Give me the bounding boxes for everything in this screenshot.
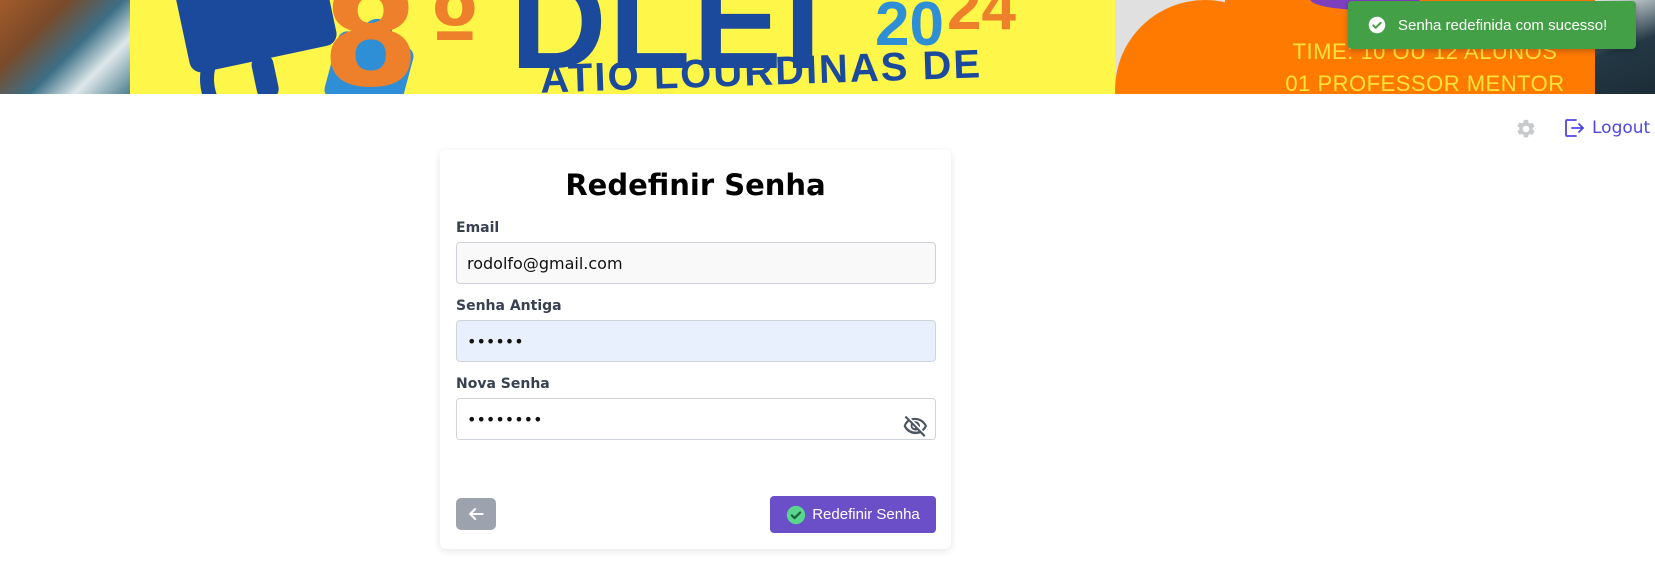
email-label: Email (456, 220, 500, 236)
arrow-left-icon (469, 508, 484, 520)
banner-photo-left (0, 0, 130, 94)
old-password-label: Senha Antiga (456, 298, 562, 314)
banner-event-ordinal: º (430, 0, 480, 77)
banner-info-line: 01 PROFESSOR MENTOR (1285, 71, 1565, 94)
logout-button[interactable]: Logout (1562, 116, 1650, 140)
reset-password-card: Redefinir Senha Email Senha Antiga Nova … (440, 150, 951, 549)
check-circle-icon (787, 505, 806, 524)
gear-icon[interactable] (1515, 118, 1537, 140)
logout-icon (1565, 119, 1584, 137)
new-password-field[interactable] (456, 398, 936, 440)
new-password-label: Nova Senha (456, 376, 550, 392)
toast-message: Senha redefinida com sucesso! (1398, 16, 1608, 34)
eye-off-icon[interactable] (902, 413, 928, 439)
email-field[interactable] (456, 242, 936, 284)
reset-password-button[interactable]: Redefinir Senha (770, 496, 936, 533)
banner-event-number: 8 (322, 0, 420, 94)
banner-year-second: 24 (947, 0, 1016, 43)
page-title: Redefinir Senha (565, 168, 826, 202)
logout-label: Logout (1592, 118, 1651, 138)
old-password-field[interactable] (456, 320, 936, 362)
reset-password-button-label: Redefinir Senha (812, 506, 920, 523)
success-toast[interactable]: Senha redefinida com sucesso! (1348, 1, 1636, 49)
check-circle-icon (1368, 16, 1386, 34)
back-button[interactable] (456, 498, 496, 530)
